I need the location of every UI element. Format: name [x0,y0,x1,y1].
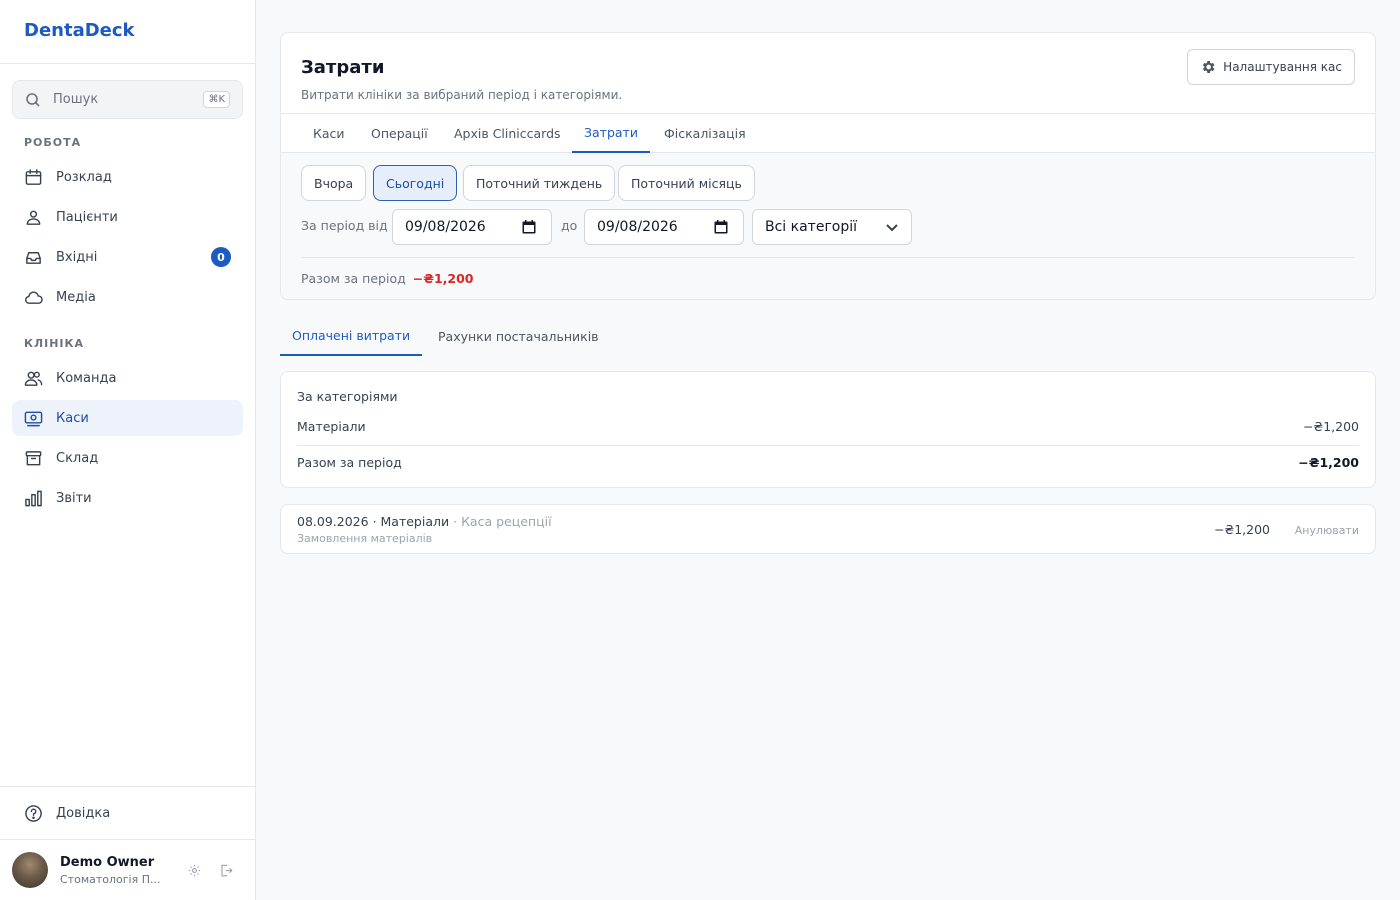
cancel-expense-button[interactable]: Анулювати [1295,524,1359,537]
logout-icon [220,864,233,876]
date-from-input[interactable]: 09/08/2026 [392,209,552,245]
cloud-icon [25,290,43,304]
expense-list-item: 08.09.2026 · Матеріали · Каса рецепції З… [280,504,1376,554]
calendar-icon [25,168,42,185]
sidebar-item-label: Медіа [56,289,96,305]
sidebar-item-warehouse[interactable]: Склад [12,440,243,476]
category-row: Матеріали −₴1,200 [297,419,1359,434]
period-total: Разом за період −₴1,200 [301,271,474,286]
team-icon [24,371,43,386]
period-total-value: −₴1,200 [412,271,474,286]
gear-icon [188,864,200,876]
help-label: Довідка [56,805,111,821]
tab-registers[interactable]: Каси [301,114,357,153]
category-total-row: Разом за період −₴1,200 [297,455,1359,470]
user-settings-button[interactable] [184,860,204,880]
divider [297,445,1359,446]
expense-amount: −₴1,200 [1214,522,1270,537]
help-section: Довідка [0,786,256,822]
sidebar-item-cash-registers[interactable]: Каси [12,400,243,436]
logout-button[interactable] [216,860,236,880]
sidebar-item-label: Вхідні [56,249,98,265]
calendar-icon [714,220,728,234]
user-panel: Demo Owner Стоматологія П... [0,839,256,900]
bar-chart-icon [25,490,42,506]
archive-icon [25,450,42,465]
expense-subtabs: Оплачені витрати Рахунки постачальників [280,316,780,356]
section-label-clinic: КЛІНІКА [24,337,85,350]
search-placeholder: Пошук [53,92,99,107]
sidebar-item-schedule[interactable]: Розклад [12,159,243,195]
tab-supplier-invoices[interactable]: Рахунки постачальників [426,316,611,356]
gear-icon [1203,61,1215,73]
divider [301,257,1355,258]
filter-yesterday-button[interactable]: Вчора [301,165,367,201]
expense-note: Замовлення матеріалів [297,532,433,545]
category-name: Матеріали [297,419,366,434]
sidebar: DentaDeck Пошук ⌘K РОБОТА Розклад Пацієн… [0,0,256,900]
sidebar-item-team[interactable]: Команда [12,360,243,396]
separator: · [372,514,381,529]
tab-fiscalization[interactable]: Фіскалізація [652,114,758,153]
filter-today-button[interactable]: Сьогодні [373,165,458,201]
expense-date: 08.09.2026 [297,514,369,529]
period-from-label: За період від [301,218,388,233]
sidebar-item-label: Пацієнти [56,209,118,225]
cash-register-icon [24,411,43,426]
user-organization: Стоматологія П... [60,872,161,886]
filter-current-week-button[interactable]: Поточний тиждень [463,165,616,201]
sidebar-item-inbox[interactable]: Вхідні 0 [12,239,243,275]
expense-summary: 08.09.2026 · Матеріали · Каса рецепції [297,514,552,529]
search-shortcut: ⌘K [203,91,230,108]
chevron-down-icon [886,224,898,232]
sidebar-item-label: Команда [56,370,117,386]
filters-panel: Вчора Сьогодні Поточний тиждень Поточний… [281,153,1375,299]
section-label-work: РОБОТА [24,136,82,149]
page-subtitle: Витрати клініки за вибраний період і кат… [301,88,623,102]
sidebar-item-reports[interactable]: Звіти [12,480,243,516]
tab-expenses[interactable]: Затрати [572,114,650,153]
separator: · [453,514,462,529]
date-to-input[interactable]: 09/08/2026 [584,209,744,245]
sidebar-item-label: Каси [56,410,89,426]
expense-category: Матеріали [380,514,450,529]
category-summary-card: За категоріями Матеріали −₴1,200 Разом з… [280,371,1376,488]
category-select-value: Всі категорії [765,219,858,235]
filter-current-month-button[interactable]: Поточний місяць [618,165,755,201]
register-settings-button[interactable]: Налаштування кас [1187,49,1355,85]
category-amount: −₴1,200 [1303,419,1359,434]
category-total-amount: −₴1,200 [1298,455,1359,470]
sidebar-item-patients[interactable]: Пацієнти [12,199,243,235]
search-input[interactable]: Пошук ⌘K [12,80,243,119]
user-name: Demo Owner [60,854,155,870]
tab-cliniccards-archive[interactable]: Архів Cliniccards [442,114,573,153]
date-from-value: 09/08/2026 [405,219,486,235]
expenses-header-card: Затрати Витрати клініки за вибраний пері… [280,32,1376,300]
category-total-label: Разом за період [297,455,402,470]
period-to-label: до [561,218,578,233]
tab-paid-expenses[interactable]: Оплачені витрати [280,316,423,356]
tab-operations[interactable]: Операції [359,114,440,153]
sidebar-item-label: Розклад [56,169,112,185]
inbox-count-badge: 0 [211,247,231,267]
sidebar-item-media[interactable]: Медіа [12,279,243,315]
avatar[interactable] [12,852,48,888]
sidebar-item-label: Склад [56,450,99,466]
sidebar-item-label: Звіти [56,490,92,506]
tabs: Каси Операції Архів Cliniccards Затрати … [281,113,1375,153]
calendar-icon [522,220,536,234]
page-title: Затрати [301,57,385,78]
category-summary-title: За категоріями [297,389,398,404]
category-select[interactable]: Всі категорії [752,209,912,245]
period-total-label: Разом за період [301,271,406,286]
inbox-icon [26,251,41,264]
search-icon [26,92,40,107]
register-settings-label: Налаштування кас [1223,60,1342,74]
help-link[interactable]: Довідка [12,795,243,831]
date-to-value: 09/08/2026 [597,219,678,235]
expense-register: Каса рецепції [461,514,552,529]
users-icon [26,210,41,225]
brand-logo[interactable]: DentaDeck [0,0,255,64]
help-icon [25,804,42,822]
